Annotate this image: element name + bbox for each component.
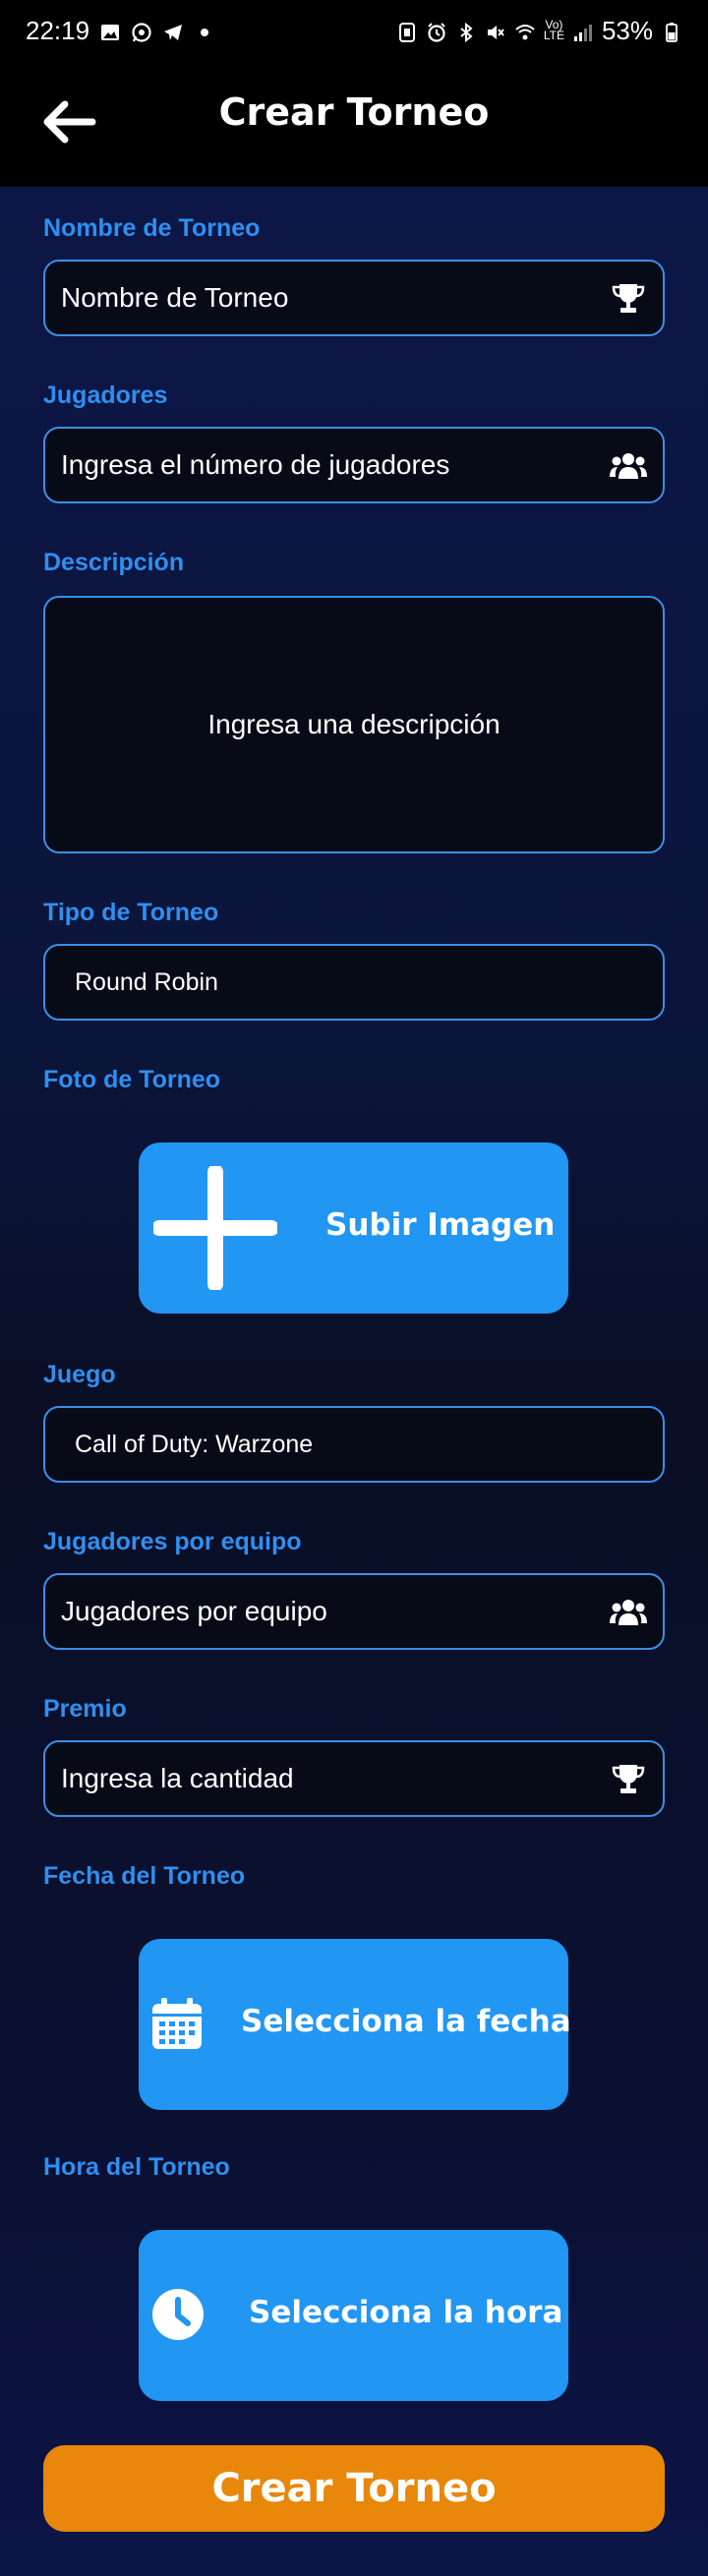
clock-icon: [152, 2289, 204, 2340]
tournament-time-label: Hora del Torneo: [43, 2153, 230, 2181]
trophy-icon: [608, 1760, 649, 1799]
signal-icon: [572, 20, 594, 41]
status-bar-left: 22:19: [26, 16, 215, 46]
description-field[interactable]: Ingresa una descripción: [43, 596, 665, 853]
users-icon: [608, 446, 649, 486]
status-bar: 22:19 Vo) LTE 53%: [0, 0, 708, 61]
game-value: Call of Duty: Warzone: [75, 1430, 314, 1458]
players-per-team-label: Jugadores por equipo: [43, 1528, 302, 1555]
players-field[interactable]: Ingresa el número de jugadores: [43, 427, 665, 503]
tournament-type-select[interactable]: Round Robin: [43, 944, 665, 1021]
volte-icon: Vo) LTE: [543, 18, 564, 42]
tournament-name-placeholder: Nombre de Torneo: [61, 282, 289, 313]
bluetooth-icon: [455, 20, 477, 43]
plus-icon: [153, 1166, 277, 1290]
mute-icon: [485, 20, 506, 41]
users-icon: [608, 1593, 649, 1632]
players-placeholder: Ingresa el número de jugadores: [61, 449, 450, 480]
status-time: 22:19: [26, 15, 90, 45]
dot-icon: [194, 20, 215, 41]
tournament-date-label: Fecha del Torneo: [43, 1862, 246, 1890]
prize-label: Premio: [43, 1695, 127, 1723]
select-time-button[interactable]: Selecciona la hora: [139, 2230, 568, 2401]
whatsapp-icon: [131, 20, 152, 42]
create-tournament-form: Nombre de Torneo Nombre de Torneo Jugado…: [0, 187, 708, 2576]
battery-percentage: 53%: [601, 15, 653, 45]
description-placeholder: Ingresa una descripción: [207, 709, 501, 739]
upload-image-button[interactable]: Subir Imagen: [139, 1142, 568, 1314]
page-title: Crear Torneo: [218, 90, 490, 134]
game-label: Juego: [43, 1361, 116, 1388]
select-date-label: Selecciona la fecha: [241, 2004, 571, 2039]
players-per-team-field[interactable]: Jugadores por equipo: [43, 1573, 665, 1650]
telegram-icon: [162, 20, 184, 41]
gallery-icon: [99, 20, 121, 41]
create-tournament-button[interactable]: Crear Torneo: [43, 2445, 665, 2532]
trophy-icon: [608, 279, 649, 319]
calendar-icon: [152, 1998, 202, 2049]
players-label: Jugadores: [43, 381, 168, 409]
game-select[interactable]: Call of Duty: Warzone: [43, 1406, 665, 1483]
players-per-team-placeholder: Jugadores por equipo: [61, 1596, 327, 1626]
tournament-name-field[interactable]: Nombre de Torneo: [43, 260, 665, 336]
select-time-label: Selecciona la hora: [249, 2295, 563, 2330]
description-label: Descripción: [43, 549, 185, 576]
upload-image-label: Subir Imagen: [325, 1207, 556, 1243]
tournament-type-value: Round Robin: [75, 967, 218, 996]
select-date-button[interactable]: Selecciona la fecha: [139, 1939, 571, 2110]
prize-field[interactable]: Ingresa la cantidad: [43, 1740, 665, 1817]
status-bar-right: Vo) LTE 53%: [396, 16, 682, 46]
nfc-icon: [396, 20, 418, 42]
app-bar: Crear Torneo: [0, 61, 708, 187]
battery-icon: [661, 20, 682, 42]
wifi-icon: [514, 20, 536, 41]
tournament-photo-label: Foto de Torneo: [43, 1066, 221, 1093]
tournament-type-label: Tipo de Torneo: [43, 899, 219, 926]
tournament-name-label: Nombre de Torneo: [43, 214, 261, 242]
alarm-icon: [426, 20, 447, 42]
prize-placeholder: Ingresa la cantidad: [61, 1763, 294, 1793]
